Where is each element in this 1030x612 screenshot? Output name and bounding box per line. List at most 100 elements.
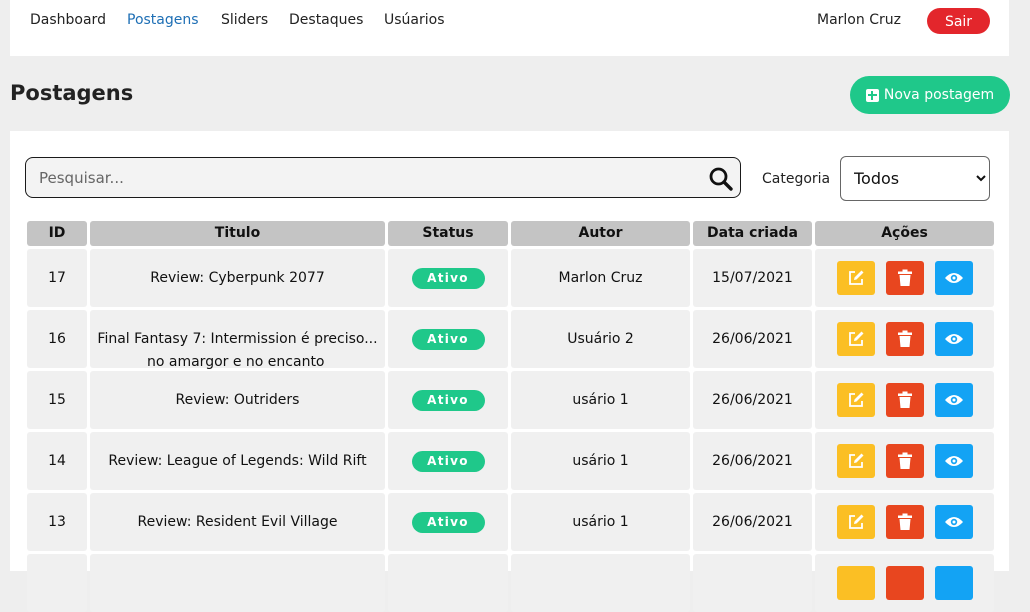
- cell-title: Review: Outriders: [90, 371, 385, 429]
- column-header-id: ID: [27, 221, 87, 246]
- cell-title: Final Fantasy 7: Intermission é preciso.…: [90, 310, 385, 370]
- search-icon[interactable]: [708, 166, 734, 192]
- edit-button[interactable]: [836, 383, 875, 417]
- column-header-autor: Autor: [511, 221, 690, 246]
- edit-icon: [848, 331, 863, 346]
- cell-status: Ativo: [388, 310, 508, 368]
- table-row: 16 Final Fantasy 7: Intermission é preci…: [27, 310, 994, 370]
- search-input[interactable]: [26, 158, 686, 197]
- cell-date: 26/06/2021: [693, 432, 812, 490]
- current-user-name: Marlon Cruz: [817, 12, 901, 28]
- cell-id: 13: [27, 493, 87, 551]
- view-button[interactable]: [934, 444, 973, 478]
- edit-button[interactable]: [836, 505, 875, 539]
- cell-author: Usuário 2: [511, 310, 690, 368]
- table-header: ID Titulo Status Autor Data criada Ações: [27, 221, 994, 246]
- edit-button[interactable]: [836, 322, 875, 356]
- trash-icon: [897, 452, 912, 469]
- edit-button[interactable]: [836, 444, 875, 478]
- edit-icon: [848, 392, 863, 407]
- page-title: Postagens: [10, 81, 134, 105]
- cell-status: Ativo: [388, 249, 508, 307]
- plus-square-icon: [865, 88, 879, 102]
- new-post-label: Nova postagem: [883, 87, 995, 103]
- eye-icon: [944, 334, 963, 344]
- view-button[interactable]: [934, 566, 973, 600]
- cell-title: Review: League of Legends: Wild Rift: [90, 432, 385, 490]
- post-title: Review: Cyberpunk 2077: [150, 270, 325, 286]
- cell-actions: [815, 371, 994, 429]
- status-badge: Ativo: [411, 267, 485, 289]
- view-button[interactable]: [934, 383, 973, 417]
- trash-icon: [897, 269, 912, 286]
- cell-title: Review: Resident Evil Village: [90, 493, 385, 551]
- eye-icon: [944, 456, 963, 466]
- delete-button[interactable]: [885, 383, 924, 417]
- cell-status: Ativo: [388, 371, 508, 429]
- eye-icon: [944, 517, 963, 527]
- nav-item-usuarios[interactable]: Usúarios: [384, 12, 445, 28]
- table-row: 14 Review: League of Legends: Wild Rift …: [27, 432, 994, 490]
- cell-status: Ativo: [388, 432, 508, 490]
- cell-date: 26/06/2021: [693, 493, 812, 551]
- post-title: Final Fantasy 7: Intermission é preciso.…: [97, 331, 378, 347]
- cell-actions: [815, 432, 994, 490]
- cell-date: 26/06/2021: [693, 371, 812, 429]
- column-header-status: Status: [388, 221, 508, 246]
- cell-id: 15: [27, 371, 87, 429]
- cell-author: usário 1: [511, 371, 690, 429]
- top-navbar: Dashboard Postagens Sliders Destaques Us…: [10, 0, 1009, 56]
- trash-icon: [897, 391, 912, 408]
- cell-author: [511, 554, 690, 612]
- view-button[interactable]: [934, 505, 973, 539]
- edit-button[interactable]: [836, 261, 875, 295]
- delete-button[interactable]: [885, 322, 924, 356]
- nav-item-dashboard[interactable]: Dashboard: [30, 12, 106, 28]
- status-badge: Ativo: [411, 328, 485, 350]
- edit-icon: [848, 514, 863, 529]
- logout-button[interactable]: Sair: [927, 8, 990, 34]
- post-title: Review: Outriders: [175, 392, 300, 408]
- cell-actions: [815, 249, 994, 307]
- category-select[interactable]: Todos: [840, 156, 990, 201]
- edit-button[interactable]: [836, 566, 875, 600]
- cell-status: Ativo: [388, 493, 508, 551]
- view-button[interactable]: [934, 261, 973, 295]
- cell-author: usário 1: [511, 432, 690, 490]
- cell-title: [90, 554, 385, 612]
- edit-icon: [848, 270, 863, 285]
- new-post-button[interactable]: Nova postagem: [850, 76, 1010, 114]
- status-badge: Ativo: [411, 389, 485, 411]
- cell-actions: [815, 554, 994, 612]
- nav-item-sliders[interactable]: Sliders: [221, 12, 268, 28]
- cell-date: [693, 554, 812, 612]
- cell-actions: [815, 493, 994, 551]
- column-header-titulo: Titulo: [90, 221, 385, 246]
- cell-id: 17: [27, 249, 87, 307]
- delete-button[interactable]: [885, 444, 924, 478]
- cell-id: 16: [27, 310, 87, 368]
- trash-icon: [897, 513, 912, 530]
- trash-icon: [897, 330, 912, 347]
- post-title: Review: League of Legends: Wild Rift: [108, 453, 367, 469]
- cell-id: 14: [27, 432, 87, 490]
- cell-title: Review: Cyberpunk 2077: [90, 249, 385, 307]
- status-badge: Ativo: [411, 450, 485, 472]
- table-row: 17 Review: Cyberpunk 2077 Ativo Marlon C…: [27, 249, 994, 307]
- delete-button[interactable]: [885, 505, 924, 539]
- column-header-data-criada: Data criada: [693, 221, 812, 246]
- search-box: [25, 157, 741, 198]
- delete-button[interactable]: [885, 566, 924, 600]
- posts-panel: Categoria Todos ID Titulo Status Autor D…: [10, 131, 1009, 612]
- category-label: Categoria: [762, 171, 831, 187]
- nav-item-postagens[interactable]: Postagens: [127, 12, 199, 28]
- table-row: 13 Review: Resident Evil Village Ativo u…: [27, 493, 994, 551]
- delete-button[interactable]: [885, 261, 924, 295]
- nav-item-destaques[interactable]: Destaques: [289, 12, 363, 28]
- post-title: Review: Resident Evil Village: [137, 514, 338, 530]
- table-row: 15 Review: Outriders Ativo usário 1 26/0…: [27, 371, 994, 429]
- edit-icon: [848, 453, 863, 468]
- view-button[interactable]: [934, 322, 973, 356]
- column-header-acoes: Ações: [815, 221, 994, 246]
- post-title-overflow: no amargor e no encanto: [147, 354, 325, 370]
